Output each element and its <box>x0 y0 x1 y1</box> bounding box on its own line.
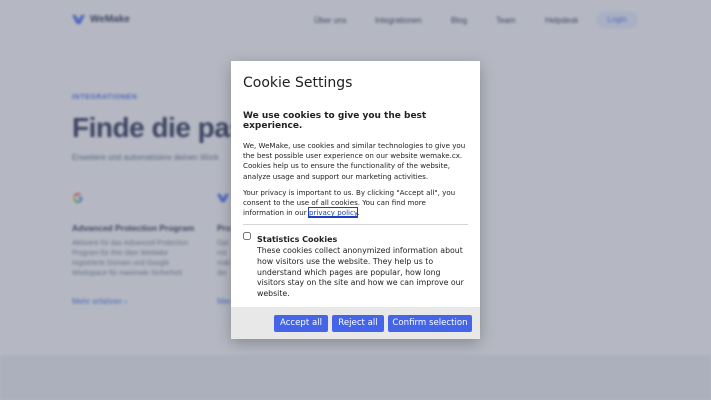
privacy-policy-link[interactable]: privacy policy <box>307 207 359 219</box>
statistics-cookies-checkbox[interactable] <box>243 232 251 241</box>
option-description: These cookies collect anonymized informa… <box>257 246 464 298</box>
dialog-intro: We, WeMake, use cookies and similar tech… <box>243 141 466 181</box>
accept-all-button[interactable]: Accept all <box>274 315 328 332</box>
privacy-paragraph: Your privacy is important to us. By clic… <box>243 188 468 219</box>
cookie-settings-dialog: Cookie Settings We use cookies to give y… <box>231 61 480 339</box>
reject-all-button[interactable]: Reject all <box>332 315 384 332</box>
privacy-end: . <box>357 208 360 218</box>
dialog-title: Cookie Settings <box>243 75 353 91</box>
option-title: Statistics Cookies <box>257 235 338 245</box>
dialog-footer: Accept all Reject all Confirm selection <box>231 307 480 339</box>
divider <box>243 224 468 226</box>
dialog-heading: We use cookies to give you the best expe… <box>243 111 427 131</box>
confirm-selection-button[interactable]: Confirm selection <box>388 315 472 332</box>
statistics-cookies-option: Statistics Cookies These cookies collect… <box>243 232 468 299</box>
